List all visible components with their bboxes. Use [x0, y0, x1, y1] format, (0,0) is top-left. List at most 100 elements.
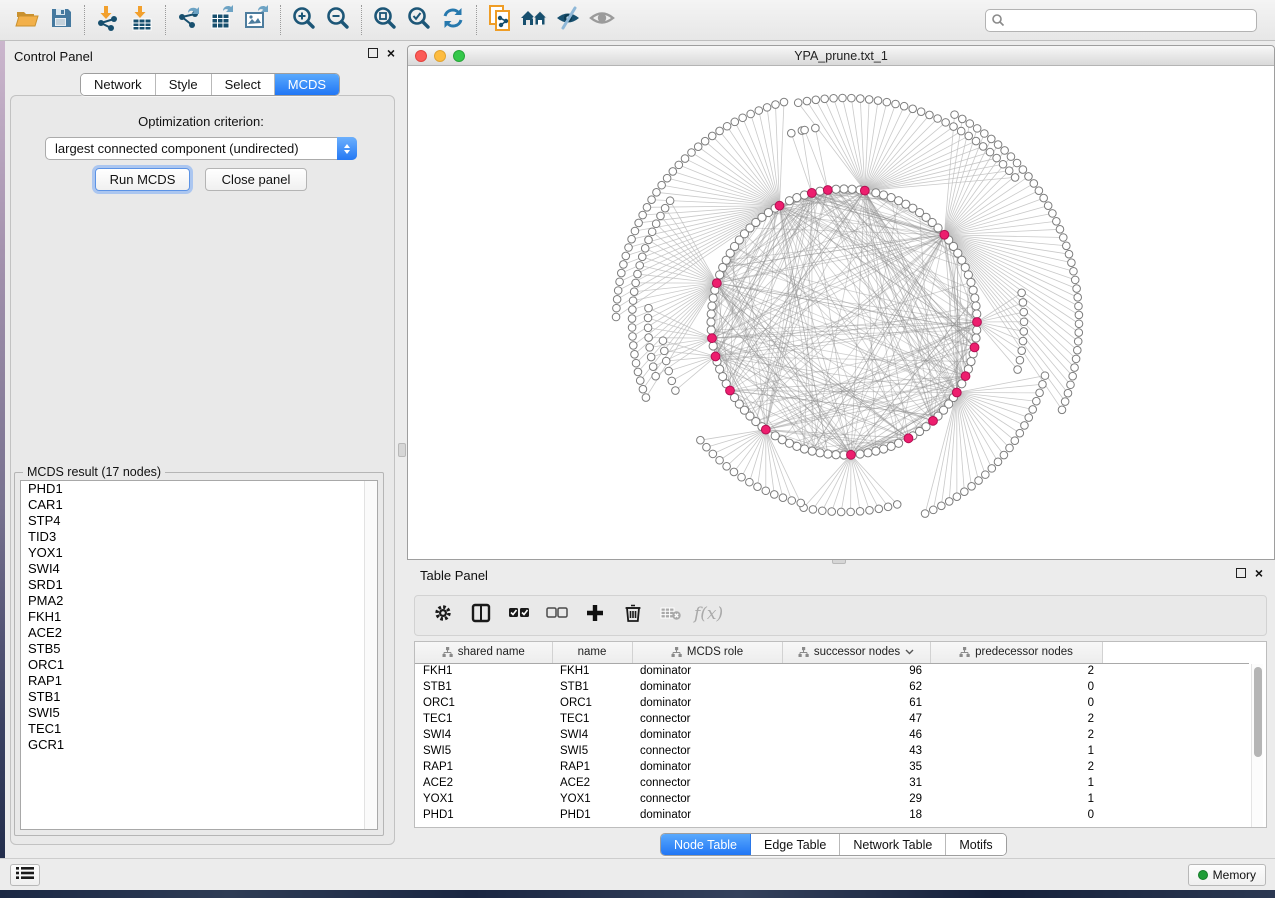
vertical-splitter-handle[interactable]: [398, 443, 406, 457]
toolbar-separator: [84, 5, 85, 35]
mcds-result-item[interactable]: PHD1: [21, 481, 377, 497]
show-columns-button[interactable]: [462, 599, 500, 633]
column-header-predecessor-nodes[interactable]: predecessor nodes: [930, 642, 1102, 663]
export-image-button[interactable]: [240, 4, 274, 36]
float-panel-icon[interactable]: [368, 48, 378, 58]
criterion-selected-value: largest connected component (undirected): [46, 141, 337, 156]
table-row[interactable]: SWI5SWI5connector431: [415, 743, 1249, 759]
houses-icon: [519, 6, 549, 35]
mcds-list-scrollbar[interactable]: [364, 481, 377, 829]
mcds-result-item[interactable]: SWI5: [21, 705, 377, 721]
delete-row-button[interactable]: [614, 599, 652, 633]
mcds-result-item[interactable]: SWI4: [21, 561, 377, 577]
table-panel-header: Table Panel ×: [407, 563, 1275, 593]
zoom-fit-button[interactable]: [368, 4, 402, 36]
tab-mcds[interactable]: MCDS: [275, 74, 339, 95]
mcds-result-item[interactable]: TID3: [21, 529, 377, 545]
plus-icon: [586, 604, 604, 627]
clear-table-button[interactable]: [652, 599, 690, 633]
table-scrollbar-thumb[interactable]: [1254, 667, 1262, 757]
column-header-name[interactable]: name: [552, 642, 632, 663]
tab-motifs[interactable]: Motifs: [946, 834, 1005, 855]
control-panel-header: Control Panel ×: [5, 41, 407, 69]
column-header-successor-nodes[interactable]: successor nodes: [782, 642, 930, 663]
mcds-result-item[interactable]: RAP1: [21, 673, 377, 689]
close-panel-button[interactable]: Close panel: [205, 168, 307, 191]
select-all-button[interactable]: [500, 599, 538, 633]
run-mcds-button[interactable]: Run MCDS: [95, 168, 190, 191]
mcds-result-item[interactable]: GCR1: [21, 737, 377, 753]
float-table-panel-icon[interactable]: [1236, 568, 1246, 578]
zoom-selected-button[interactable]: [402, 4, 436, 36]
clone-network-button[interactable]: [483, 4, 517, 36]
apply-layout-button[interactable]: [436, 4, 470, 36]
export-table-button[interactable]: [206, 4, 240, 36]
add-row-button[interactable]: [576, 599, 614, 633]
import-table-button[interactable]: [125, 4, 159, 36]
search-icon: [991, 13, 1005, 32]
close-table-panel-icon[interactable]: ×: [1255, 568, 1263, 578]
table-settings-button[interactable]: [424, 599, 462, 633]
import-network-button[interactable]: [91, 4, 125, 36]
table-row[interactable]: TEC1TEC1connector472: [415, 711, 1249, 727]
mcds-result-item[interactable]: ACE2: [21, 625, 377, 641]
tab-node-table[interactable]: Node Table: [661, 834, 751, 855]
gear-icon: [433, 603, 453, 628]
tab-style[interactable]: Style: [156, 74, 212, 95]
table-row[interactable]: FKH1FKH1dominator962: [415, 663, 1249, 679]
criterion-select[interactable]: largest connected component (undirected): [45, 137, 357, 160]
memory-button[interactable]: Memory: [1188, 864, 1266, 886]
tab-select[interactable]: Select: [212, 74, 275, 95]
toolbar-separator: [280, 5, 281, 35]
mcds-result-item[interactable]: STB1: [21, 689, 377, 705]
mcds-result-item[interactable]: STB5: [21, 641, 377, 657]
mcds-result-item[interactable]: CAR1: [21, 497, 377, 513]
task-history-button[interactable]: [10, 864, 40, 886]
table-row[interactable]: SWI4SWI4dominator462: [415, 727, 1249, 743]
first-neighbors-button[interactable]: [517, 4, 551, 36]
export-network-button[interactable]: [172, 4, 206, 36]
open-file-button[interactable]: [10, 4, 44, 36]
mcds-result-items: PHD1CAR1STP4TID3YOX1SWI4SRD1PMA2FKH1ACE2…: [21, 481, 377, 753]
import-table-icon: [129, 5, 155, 36]
zoom-selected-icon: [406, 5, 432, 36]
tab-edge-table[interactable]: Edge Table: [751, 834, 840, 855]
search-field: [985, 9, 1257, 32]
mcds-result-item[interactable]: YOX1: [21, 545, 377, 561]
apply-function-button[interactable]: f(x): [690, 599, 728, 633]
table-row[interactable]: ORC1ORC1dominator610: [415, 695, 1249, 711]
table-scrollbar-track[interactable]: [1251, 664, 1263, 827]
export-network-icon: [175, 5, 203, 36]
table-tab-bar: Node Table Edge Table Network Table Moti…: [660, 833, 1007, 856]
network-view-window: YPA_prune.txt_1: [407, 45, 1275, 560]
table-row[interactable]: RAP1RAP1dominator352: [415, 759, 1249, 775]
hide-selected-button[interactable]: [551, 4, 585, 36]
mcds-result-item[interactable]: FKH1: [21, 609, 377, 625]
desktop-background-bottom: [0, 890, 1275, 898]
zoom-in-button[interactable]: [287, 4, 321, 36]
mcds-result-group: MCDS result (17 nodes) PHD1CAR1STP4TID3Y…: [14, 472, 384, 836]
column-header-mcds-role[interactable]: MCDS role: [632, 642, 782, 663]
tab-network-table[interactable]: Network Table: [840, 834, 946, 855]
save-session-button[interactable]: [44, 4, 78, 36]
show-all-button[interactable]: [585, 4, 619, 36]
table-row[interactable]: ACE2ACE2connector311: [415, 775, 1249, 791]
column-header-shared-name[interactable]: shared name: [415, 642, 552, 663]
search-input[interactable]: [985, 9, 1257, 32]
mcds-result-item[interactable]: STP4: [21, 513, 377, 529]
mcds-result-item[interactable]: TEC1: [21, 721, 377, 737]
table-panel-title: Table Panel: [420, 568, 488, 583]
deselect-all-button[interactable]: [538, 599, 576, 633]
import-network-icon: [95, 5, 121, 36]
table-row[interactable]: YOX1YOX1connector291: [415, 791, 1249, 807]
table-row[interactable]: STB1STB1dominator620: [415, 679, 1249, 695]
mcds-result-item[interactable]: PMA2: [21, 593, 377, 609]
table-row[interactable]: PHD1PHD1dominator180: [415, 807, 1249, 823]
zoom-out-button[interactable]: [321, 4, 355, 36]
mcds-result-item[interactable]: ORC1: [21, 657, 377, 673]
tab-network[interactable]: Network: [81, 74, 156, 95]
close-panel-icon[interactable]: ×: [387, 48, 395, 58]
network-graph[interactable]: [408, 66, 1274, 560]
mcds-result-item[interactable]: SRD1: [21, 577, 377, 593]
node-table-container: shared name name MCDS role successor nod…: [414, 641, 1267, 828]
